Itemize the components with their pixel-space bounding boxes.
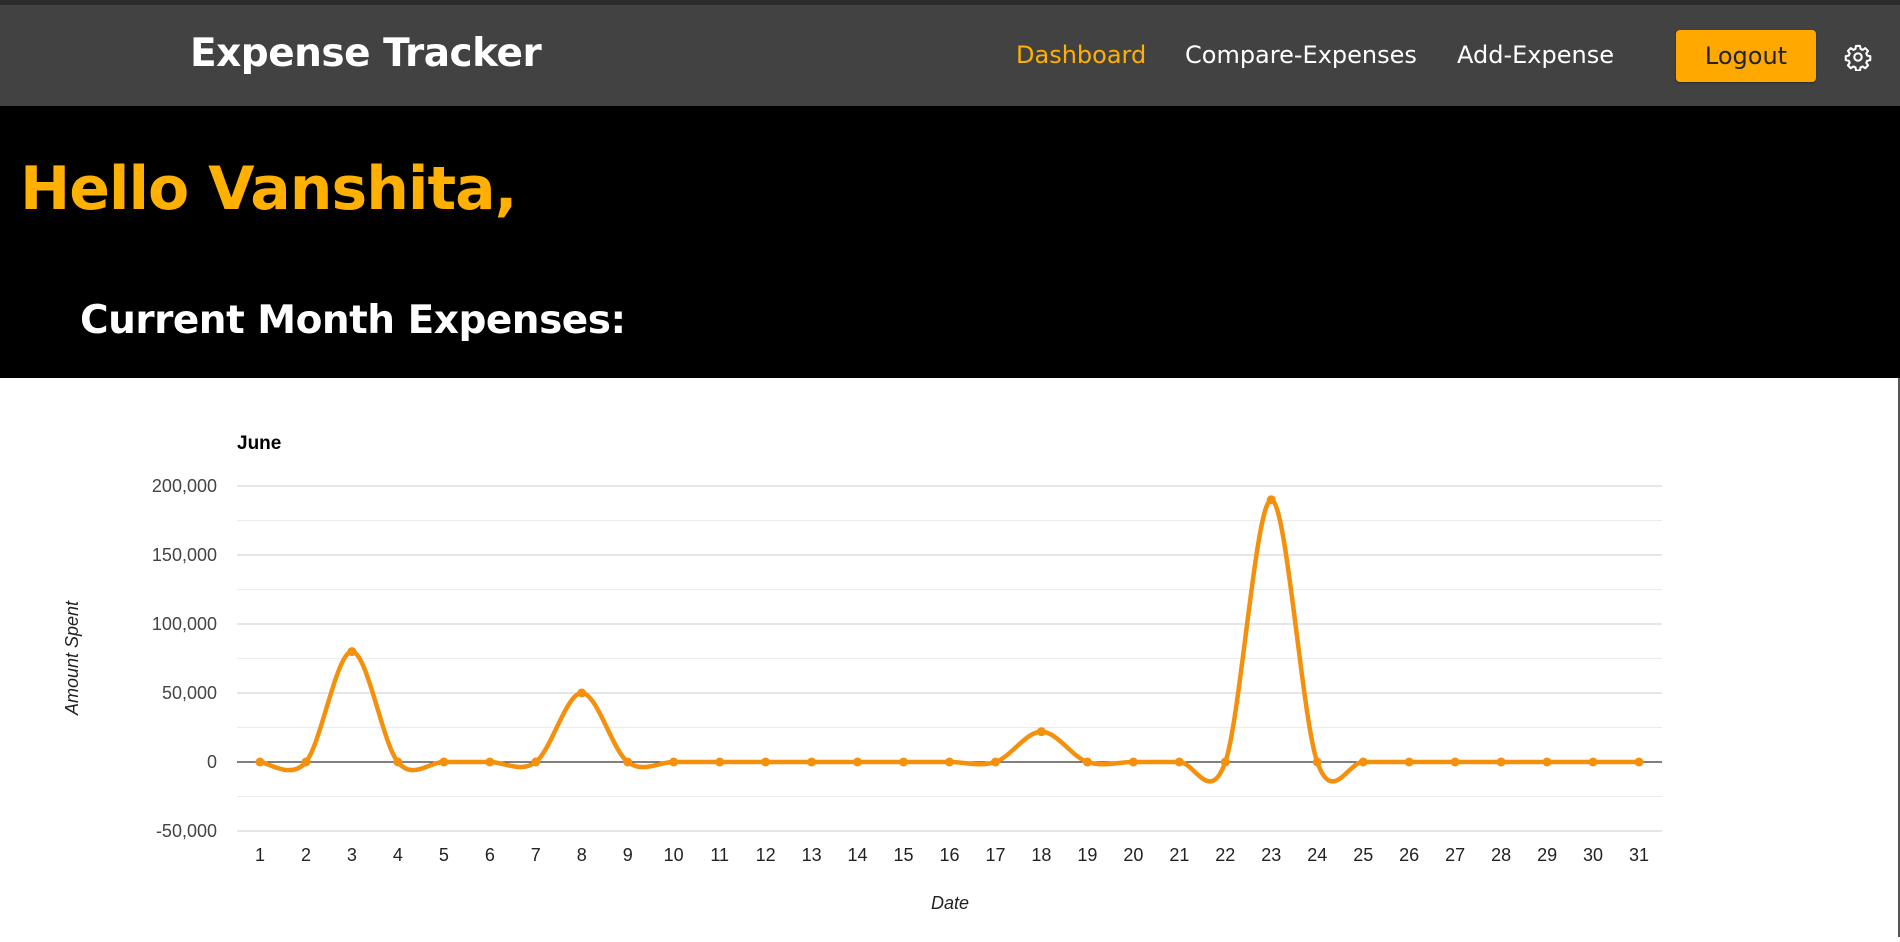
data-point[interactable] <box>1036 727 1046 737</box>
x-tick-label: 24 <box>1307 845 1327 865</box>
expense-chart-container: June -50,000 0 50,000 100,000 150,000 200,000… <box>0 378 1900 937</box>
y-tick-label: 0 <box>207 752 217 772</box>
data-point[interactable] <box>1450 757 1460 767</box>
data-point[interactable] <box>990 757 1000 767</box>
logout-button[interactable]: Logout <box>1676 30 1816 82</box>
x-tick-label: 11 <box>710 845 729 865</box>
x-tick-label: 15 <box>894 845 914 865</box>
x-tick-label: 9 <box>623 845 633 865</box>
data-point[interactable] <box>1312 757 1322 767</box>
x-tick-label: 29 <box>1537 845 1557 865</box>
nav-link-dashboard[interactable]: Dashboard <box>1016 41 1146 69</box>
data-point[interactable] <box>439 757 449 767</box>
hero-banner: Hello Vanshita, Current Month Expenses: <box>0 106 1900 378</box>
nav-link-add-expense[interactable]: Add-Expense <box>1457 41 1614 69</box>
data-point[interactable] <box>255 757 265 767</box>
x-tick-label: 18 <box>1031 845 1051 865</box>
x-tick-label: 10 <box>664 845 684 865</box>
x-tick-label: 1 <box>255 845 265 865</box>
data-point[interactable] <box>1082 757 1092 767</box>
data-point[interactable] <box>1634 757 1644 767</box>
x-tick-label: 6 <box>485 845 495 865</box>
x-tick-label: 3 <box>347 845 357 865</box>
nav-link-compare-expenses[interactable]: Compare-Expenses <box>1185 41 1417 69</box>
x-tick-label: 28 <box>1491 845 1511 865</box>
data-point[interactable] <box>899 757 909 767</box>
x-tick-label: 16 <box>939 845 959 865</box>
x-tick-label: 2 <box>301 845 311 865</box>
y-tick-label: 100,000 <box>152 614 217 634</box>
data-point[interactable] <box>853 757 863 767</box>
chart-title: June <box>237 433 281 454</box>
x-tick-label: 20 <box>1123 845 1143 865</box>
x-tick-label: 17 <box>985 845 1005 865</box>
greeting-heading: Hello Vanshita, <box>20 154 517 224</box>
x-tick-label: 22 <box>1215 845 1235 865</box>
x-tick-label: 5 <box>439 845 449 865</box>
data-point[interactable] <box>393 757 403 767</box>
y-tick-label: -50,000 <box>156 821 217 841</box>
navbar: Expense Tracker Dashboard Compare-Expens… <box>0 5 1900 106</box>
data-point[interactable] <box>1358 757 1368 767</box>
data-point[interactable] <box>1542 757 1552 767</box>
data-point[interactable] <box>577 688 587 698</box>
data-point[interactable] <box>1220 757 1230 767</box>
expense-line-chart: June -50,000 0 50,000 100,000 150,000 200,000… <box>62 433 1662 913</box>
data-point[interactable] <box>301 757 311 767</box>
y-axis-label: Amount Spent <box>62 600 82 716</box>
data-point[interactable] <box>485 757 495 767</box>
data-point[interactable] <box>1496 757 1506 767</box>
x-tick-label: 8 <box>577 845 587 865</box>
x-tick-label: 7 <box>531 845 541 865</box>
x-tick-label: 13 <box>802 845 822 865</box>
data-point[interactable] <box>531 757 541 767</box>
x-tick-label: 21 <box>1169 845 1189 865</box>
series-line <box>259 497 1640 784</box>
data-point[interactable] <box>1128 757 1138 767</box>
x-tick-label: 26 <box>1399 845 1419 865</box>
x-tick-label: 31 <box>1629 845 1649 865</box>
data-point[interactable] <box>623 757 633 767</box>
section-title: Current Month Expenses: <box>80 298 626 343</box>
y-tick-label: 150,000 <box>152 545 217 565</box>
data-point[interactable] <box>761 757 771 767</box>
data-point[interactable] <box>1404 757 1414 767</box>
x-tick-label: 23 <box>1261 845 1281 865</box>
data-point[interactable] <box>945 757 954 767</box>
x-tick-label: 25 <box>1353 845 1373 865</box>
brand-title: Expense Tracker <box>190 31 542 76</box>
data-point[interactable] <box>347 647 357 657</box>
y-tick-label: 200,000 <box>152 476 217 496</box>
x-tick-label: 27 <box>1445 845 1465 865</box>
data-point[interactable] <box>1174 757 1184 767</box>
data-point[interactable] <box>1588 757 1598 767</box>
x-axis-label: Date <box>931 893 969 913</box>
data-point[interactable] <box>1266 495 1276 505</box>
x-tick-label: 14 <box>848 845 868 865</box>
gear-icon[interactable] <box>1844 43 1872 71</box>
x-tick-label: 12 <box>756 845 776 865</box>
data-point[interactable] <box>807 757 817 767</box>
x-tick-label: 4 <box>393 845 403 865</box>
x-tick-label: 19 <box>1077 845 1097 865</box>
y-tick-label: 50,000 <box>162 683 217 703</box>
data-point[interactable] <box>669 757 679 767</box>
x-tick-label: 30 <box>1583 845 1603 865</box>
data-point[interactable] <box>715 757 725 767</box>
